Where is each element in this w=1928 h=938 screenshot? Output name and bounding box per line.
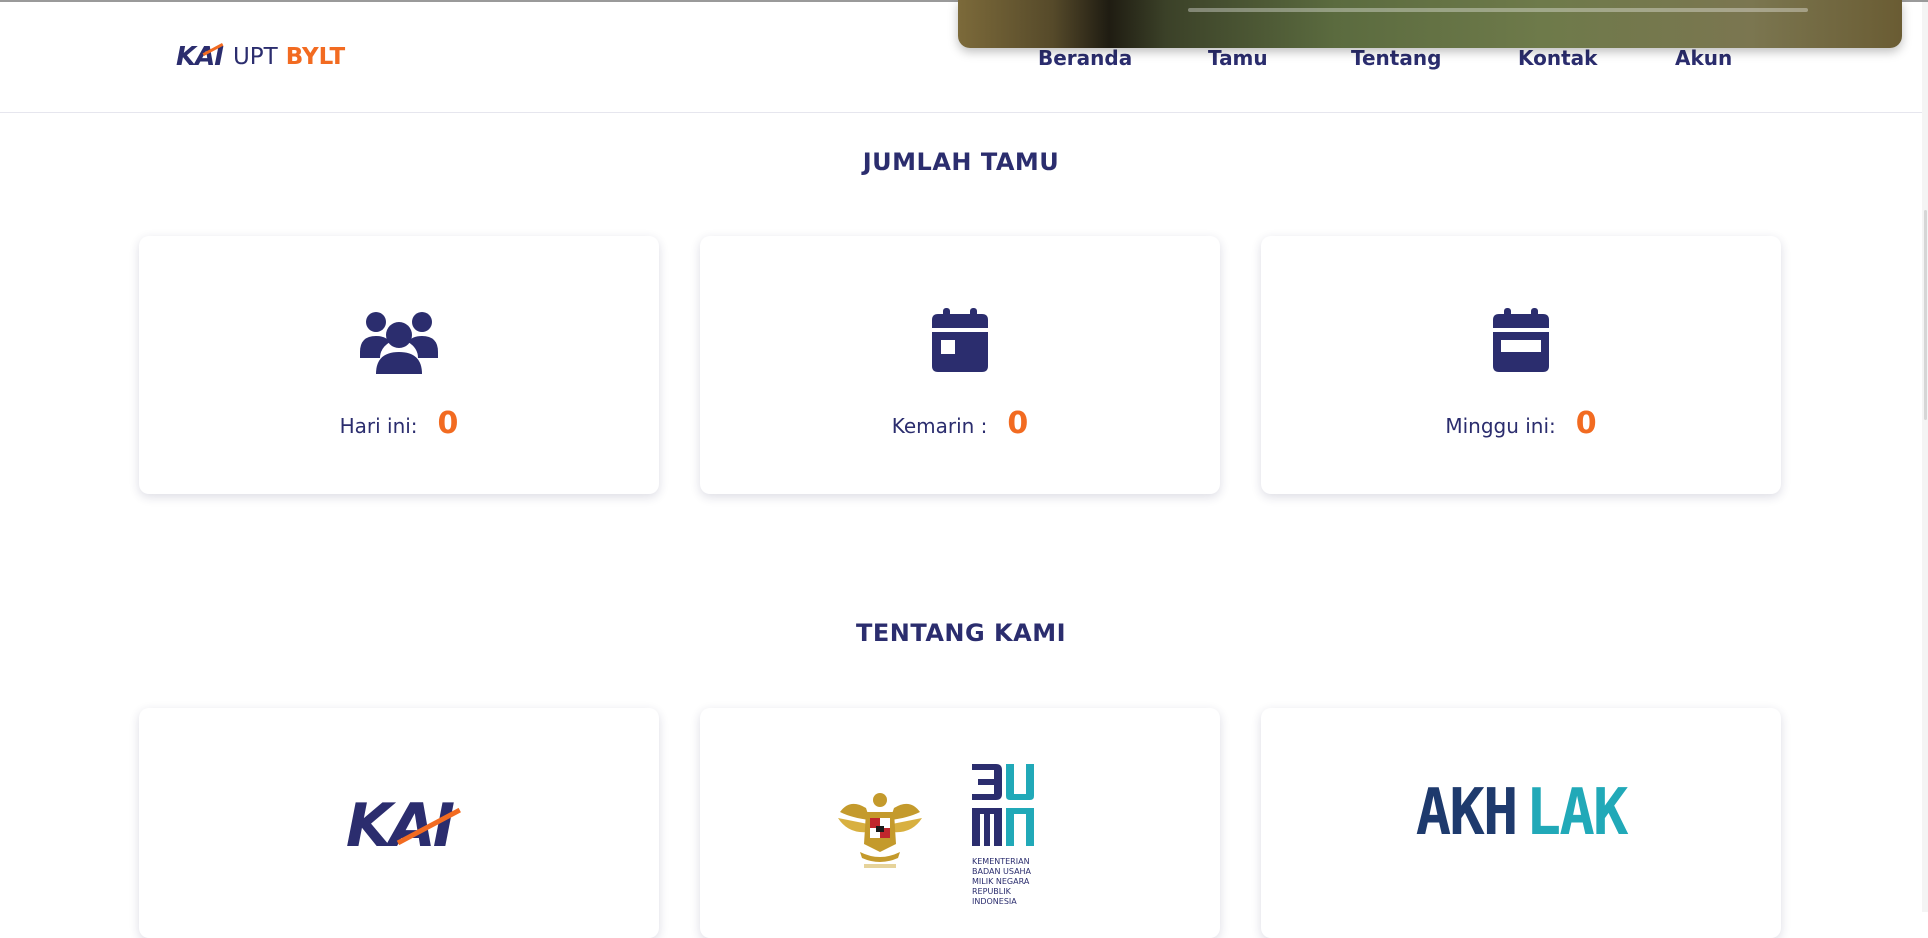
stat-value: 0 bbox=[1007, 406, 1029, 441]
section-title-guests: JUMLAH TAMU bbox=[862, 148, 1060, 176]
about-card-akhlak: AKH LAK bbox=[1261, 708, 1781, 938]
garuda-emblem: KEMENTERIAN BADAN USAHA MILIK NEGARA REP… bbox=[838, 764, 1034, 906]
stat-label: Hari ini: bbox=[339, 414, 418, 438]
calendar-icon bbox=[932, 308, 988, 376]
stat-value: 0 bbox=[437, 406, 459, 441]
svg-text:KEMENTERIAN: KEMENTERIAN bbox=[972, 857, 1030, 866]
stat-this-week: Minggu ini: 0 bbox=[1261, 406, 1781, 441]
about-card-bumn: KEMENTERIAN BADAN USAHA MILIK NEGARA REP… bbox=[700, 708, 1220, 938]
bumn-subtitle: KEMENTERIAN BADAN USAHA MILIK NEGARA REP… bbox=[972, 857, 1032, 906]
scrollbar-track[interactable] bbox=[1922, 2, 1928, 912]
stat-label: Kemarin : bbox=[891, 414, 988, 438]
akhlak-logo: AKH LAK bbox=[1411, 780, 1630, 846]
stat-value: 0 bbox=[1575, 406, 1597, 441]
akhlak-teal-text: LAK bbox=[1525, 776, 1628, 850]
bumn-wordmark bbox=[972, 764, 1034, 846]
brand-bylt-text: BYLT bbox=[285, 44, 346, 70]
about-card-kai: KAI bbox=[139, 708, 659, 938]
stat-card-yesterday: Kemarin : 0 bbox=[700, 236, 1220, 494]
kai-logo: KAI bbox=[346, 796, 461, 856]
nav-link-tentang[interactable]: Tentang bbox=[1351, 46, 1441, 70]
brand-upt-text: UPT bbox=[232, 44, 278, 70]
svg-text:INDONESIA: INDONESIA bbox=[972, 897, 1017, 906]
nav-link-kontak[interactable]: Kontak bbox=[1518, 46, 1597, 70]
nav-link-akun[interactable]: Akun bbox=[1675, 46, 1732, 70]
stat-today: Hari ini: 0 bbox=[139, 406, 659, 441]
calendar-week-icon bbox=[1493, 308, 1549, 376]
stat-card-today: Hari ini: 0 bbox=[139, 236, 659, 494]
stat-label: Minggu ini: bbox=[1445, 414, 1556, 438]
brand-logo[interactable]: KAI UPT BYLT bbox=[176, 42, 345, 72]
stat-yesterday: Kemarin : 0 bbox=[700, 406, 1220, 441]
stat-card-this-week: Minggu ini: 0 bbox=[1261, 236, 1781, 494]
brand-kai-mark: KAI bbox=[176, 42, 224, 72]
akhlak-dark-text: AKH bbox=[1415, 776, 1519, 850]
scrollbar-thumb[interactable] bbox=[1924, 210, 1927, 420]
hero-image-edge bbox=[958, 0, 1902, 48]
nav-link-tamu[interactable]: Tamu bbox=[1208, 46, 1268, 70]
nav-link-beranda[interactable]: Beranda bbox=[1038, 46, 1132, 70]
section-title-about: TENTANG KAMI bbox=[855, 619, 1067, 647]
bumn-logo: KEMENTERIAN BADAN USAHA MILIK NEGARA REP… bbox=[700, 750, 1220, 930]
svg-text:REPUBLIK: REPUBLIK bbox=[972, 887, 1012, 896]
users-icon bbox=[360, 308, 438, 378]
svg-text:MILIK NEGARA: MILIK NEGARA bbox=[972, 877, 1030, 886]
svg-text:BADAN USAHA: BADAN USAHA bbox=[972, 867, 1032, 876]
